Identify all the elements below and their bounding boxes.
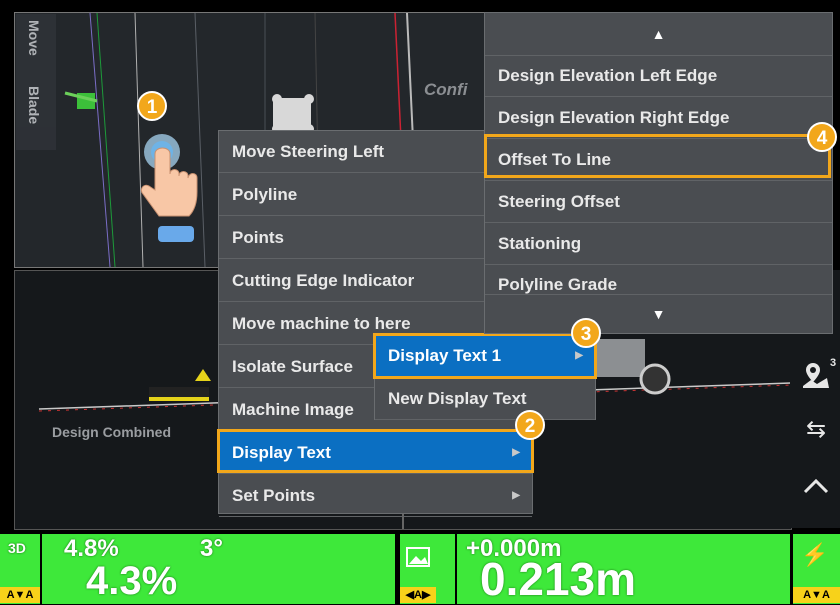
menu-item-set-points[interactable]: Set Points ▶ bbox=[219, 475, 532, 517]
submenu-item-label: Display Text 1 bbox=[388, 346, 502, 365]
option-steering-offset[interactable]: Steering Offset bbox=[485, 181, 832, 223]
design-combined-label: Design Combined bbox=[52, 424, 172, 440]
option-label: Design Elevation Right Edge bbox=[498, 108, 730, 127]
option-label: Steering Offset bbox=[498, 192, 620, 211]
swap-arrows-icon[interactable]: ⇆ bbox=[797, 413, 835, 447]
divider bbox=[455, 534, 457, 604]
menu-item-label: Polyline bbox=[232, 185, 298, 204]
option-offset-to-line[interactable]: Offset To Line bbox=[485, 139, 832, 181]
step-badge-4: 4 bbox=[807, 122, 837, 152]
display-option-list: ▲ Design Elevation Left Edge Design Elev… bbox=[484, 12, 833, 334]
divider bbox=[40, 534, 42, 604]
menu-item-points[interactable]: Points bbox=[219, 217, 487, 259]
option-design-elevation-left-edge[interactable]: Design Elevation Left Edge bbox=[485, 55, 832, 97]
tap-hand-glyph bbox=[140, 134, 198, 242]
submenu-item-label: New Display Text bbox=[388, 389, 527, 408]
cross-slope-small-value: 3° bbox=[200, 535, 223, 562]
gnss-satellite-icon[interactable]: ⚡ bbox=[801, 542, 831, 572]
image-toggle-icon[interactable] bbox=[405, 546, 433, 568]
display-text-submenu: Display Text 1 ▶ New Display Text bbox=[374, 334, 596, 420]
option-design-elevation-right-edge[interactable]: Design Elevation Right Edge bbox=[485, 97, 832, 139]
scroll-up-button[interactable]: ▲ bbox=[485, 13, 832, 56]
tap-gesture-hand-icon bbox=[140, 130, 210, 245]
option-polyline-grade[interactable]: Polyline Grade bbox=[485, 265, 832, 295]
menu-item-move-steering-left[interactable]: Move Steering Left bbox=[219, 131, 487, 173]
menu-item-label: Set Points bbox=[232, 486, 316, 505]
plan-view-faded-label: Confi bbox=[424, 80, 468, 99]
map-pin-icon-glyph bbox=[803, 363, 829, 388]
option-label: Polyline Grade bbox=[498, 275, 618, 294]
map-pin-badge: 3 bbox=[830, 357, 837, 369]
slope-large-value: 4.3% bbox=[86, 559, 178, 603]
elevation-large-value: 0.213m bbox=[480, 553, 637, 605]
scroll-down-button[interactable]: ▼ bbox=[485, 295, 832, 333]
menu-item-label: Points bbox=[232, 228, 284, 247]
menu-item-label: Move machine to here bbox=[232, 314, 411, 333]
ab-indicator-left: A▼A bbox=[0, 587, 40, 603]
menu-item-label: Display Text bbox=[232, 443, 331, 462]
option-label: Offset To Line bbox=[498, 150, 612, 169]
menu-item-cutting-edge-indicator[interactable]: Cutting Edge Indicator bbox=[219, 260, 487, 302]
option-label: Design Elevation Left Edge bbox=[498, 66, 718, 85]
ab-indicator-mid: ◀A▶ bbox=[400, 587, 436, 603]
move-tab-label: Move bbox=[26, 20, 42, 56]
submenu-arrow-icon: ▶ bbox=[512, 447, 520, 458]
chevron-up-icon[interactable] bbox=[797, 472, 835, 506]
chevron-up-glyph bbox=[803, 478, 829, 494]
image-icon-glyph bbox=[406, 547, 430, 567]
option-label: Stationing bbox=[498, 234, 582, 253]
blade-tab-label: Blade bbox=[26, 86, 42, 125]
step-badge-3: 3 bbox=[571, 318, 601, 348]
plan-view-side-tab[interactable]: Move Blade bbox=[16, 14, 56, 150]
menu-item-machine-image[interactable]: Machine Image bbox=[219, 389, 375, 431]
menu-item-label: Machine Image bbox=[232, 400, 354, 419]
slope-panel[interactable] bbox=[0, 534, 395, 604]
submenu-item-new-display-text[interactable]: New Display Text bbox=[375, 378, 595, 420]
menu-item-label: Isolate Surface bbox=[232, 357, 353, 376]
menu-item-label: Cutting Edge Indicator bbox=[232, 271, 415, 290]
step-badge-1: 1 bbox=[137, 91, 167, 121]
3d-mode-icon[interactable]: 3D bbox=[8, 540, 26, 556]
step-badge-2: 2 bbox=[515, 410, 545, 440]
option-stationing[interactable]: Stationing bbox=[485, 223, 832, 265]
submenu-arrow-icon: ▶ bbox=[512, 490, 520, 501]
menu-item-isolate-surface[interactable]: Isolate Surface bbox=[219, 346, 375, 388]
submenu-item-display-text-1[interactable]: Display Text 1 ▶ bbox=[375, 335, 595, 377]
menu-item-label: Move Steering Left bbox=[232, 142, 385, 161]
ab-indicator-right: A▼A bbox=[793, 587, 840, 603]
menu-item-polyline[interactable]: Polyline bbox=[219, 174, 487, 216]
menu-item-display-text[interactable]: Display Text ▶ bbox=[219, 432, 532, 474]
